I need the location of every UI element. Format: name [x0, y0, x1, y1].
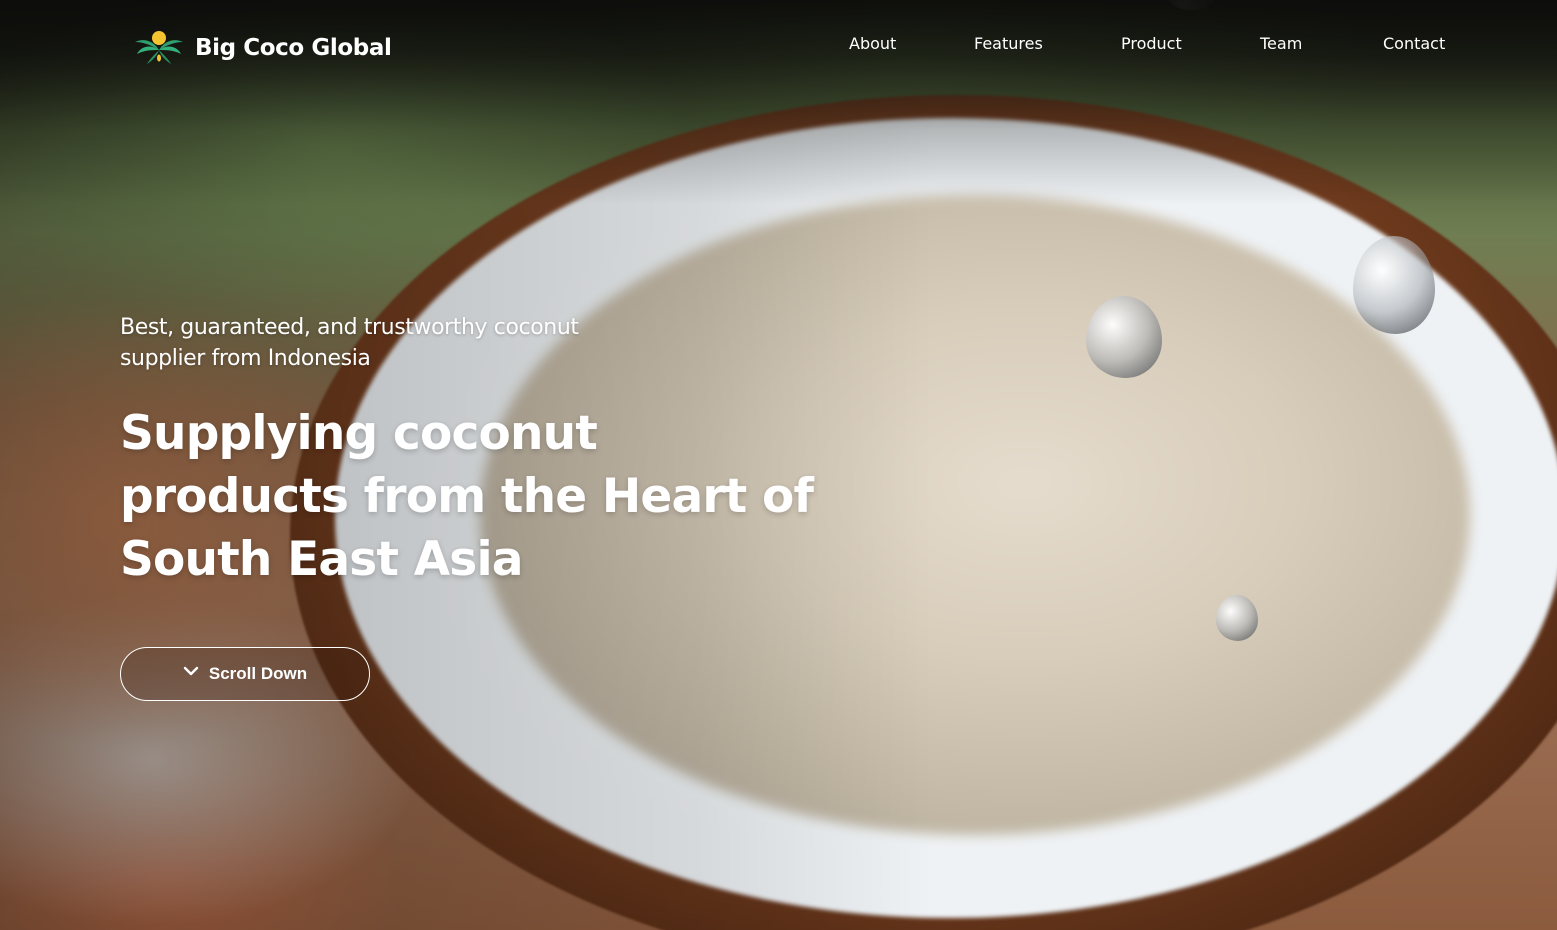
nav-link-about[interactable]: About — [849, 34, 896, 53]
chevron-down-icon — [183, 666, 199, 676]
brand-home-link[interactable]: Big Coco Global — [133, 28, 392, 68]
brand-name: Big Coco Global — [195, 35, 392, 61]
top-navbar: Big Coco Global About Features Product T… — [0, 0, 1557, 95]
scroll-down-button[interactable]: Scroll Down — [120, 647, 370, 701]
hero-headline: Supplying coconut products from the Hear… — [120, 406, 814, 587]
scroll-down-label: Scroll Down — [208, 664, 308, 683]
palm-tree-sun-logo-icon — [135, 31, 183, 64]
nav-link-contact[interactable]: Contact — [1383, 34, 1445, 53]
nav-link-product[interactable]: Product — [1121, 34, 1182, 53]
hero-tagline: Best, guaranteed, and trustworthy coconu… — [120, 315, 579, 371]
nav-link-features[interactable]: Features — [974, 34, 1043, 53]
hero-section: Big Coco Global About Features Product T… — [0, 0, 1557, 930]
nav-link-team[interactable]: Team — [1260, 34, 1302, 53]
